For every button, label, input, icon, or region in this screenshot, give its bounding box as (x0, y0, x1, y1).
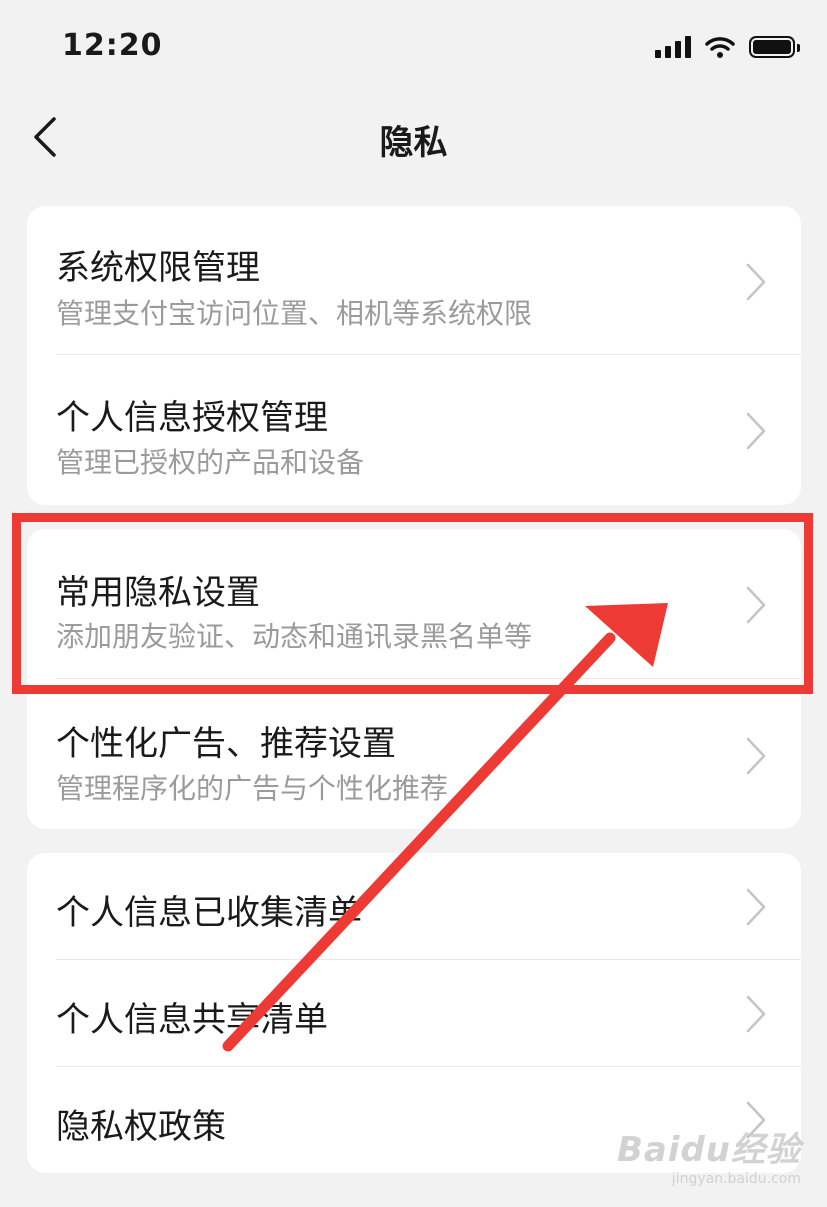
item-title: 个人信息共享清单 (56, 1000, 328, 1040)
item-title: 常用隐私设置 (56, 573, 260, 613)
watermark-brand: Baidu经验 (616, 1130, 801, 1170)
settings-group-2: 常用隐私设置 添加朋友验证、动态和通讯录黑名单等 个性化广告、推荐设置 管理程序… (27, 529, 801, 829)
collected-info-list-item[interactable]: 个人信息已收集清单 (27, 853, 801, 960)
shared-info-list-item[interactable]: 个人信息共享清单 (27, 960, 801, 1067)
settings-group-1: 系统权限管理 管理支付宝访问位置、相机等系统权限 个人信息授权管理 管理已授权的… (27, 206, 801, 505)
status-icons (655, 36, 800, 58)
watermark: Baidu经验 jingyan.baidu.com (617, 1122, 801, 1187)
item-title: 个性化广告、推荐设置 (56, 724, 396, 764)
item-title: 个人信息授权管理 (56, 398, 328, 438)
chevron-right-icon (746, 412, 766, 450)
page-title: 隐私 (379, 123, 448, 163)
item-title: 个人信息已收集清单 (56, 893, 362, 933)
chevron-right-icon (746, 586, 766, 624)
system-permission-item[interactable]: 系统权限管理 管理支付宝访问位置、相机等系统权限 (27, 206, 801, 355)
item-subtitle: 管理程序化的广告与个性化推荐 (56, 772, 449, 805)
status-time: 12:20 (62, 28, 163, 63)
signal-icon (655, 36, 691, 58)
chevron-right-icon (746, 888, 766, 926)
item-subtitle: 添加朋友验证、动态和通讯录黑名单等 (56, 620, 533, 653)
chevron-right-icon (746, 263, 766, 301)
chevron-right-icon (746, 995, 766, 1033)
chevron-right-icon (746, 737, 766, 775)
nav-bar: 隐私 (0, 95, 827, 185)
item-title: 系统权限管理 (56, 248, 260, 288)
item-subtitle: 管理已授权的产品和设备 (56, 446, 365, 479)
common-privacy-settings-item[interactable]: 常用隐私设置 添加朋友验证、动态和通讯录黑名单等 (27, 529, 801, 679)
wifi-icon (705, 37, 735, 58)
watermark-url: jingyan.baidu.com (671, 1171, 801, 1187)
status-bar: 12:20 (0, 0, 827, 95)
battery-icon (749, 36, 800, 58)
item-subtitle: 管理支付宝访问位置、相机等系统权限 (56, 297, 533, 330)
personalized-ads-item[interactable]: 个性化广告、推荐设置 管理程序化的广告与个性化推荐 (27, 679, 801, 829)
personal-info-authorization-item[interactable]: 个人信息授权管理 管理已授权的产品和设备 (27, 355, 801, 505)
item-title: 隐私权政策 (56, 1107, 226, 1147)
